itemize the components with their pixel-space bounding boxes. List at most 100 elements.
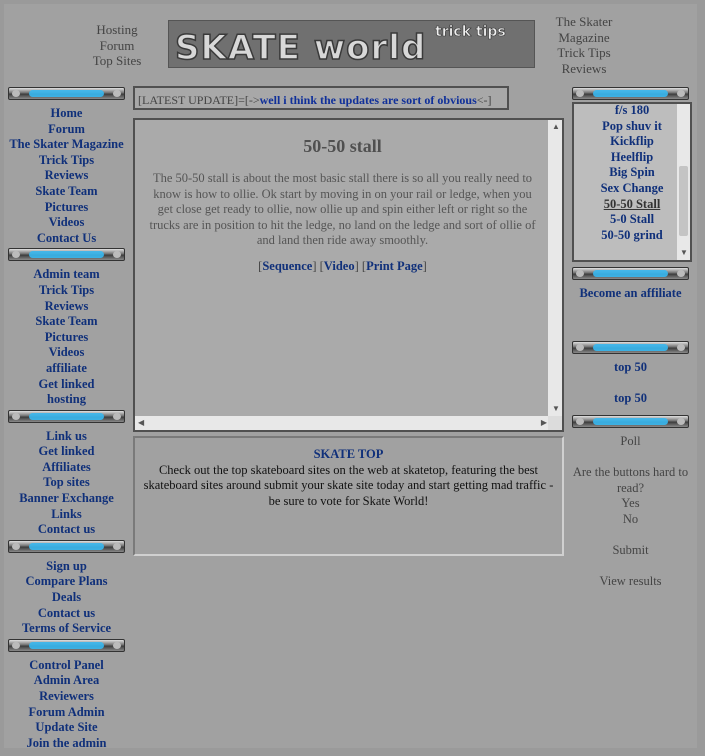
left-sidebar: Home Forum The Skater Magazine Trick Tip… bbox=[8, 86, 125, 751]
left-nav-skate-team[interactable]: Skate Team bbox=[8, 184, 125, 200]
scrollbar-corner bbox=[548, 416, 562, 430]
top-nav-trick-tips[interactable]: Trick Tips bbox=[548, 45, 620, 61]
left-adv-contact-us[interactable]: Contact us bbox=[8, 522, 125, 538]
left-nav-trick-tips[interactable]: Trick Tips bbox=[8, 153, 125, 169]
left-nav-reviews[interactable]: Reviews bbox=[8, 168, 125, 184]
left-header-hosting bbox=[8, 539, 125, 553]
sequence-link[interactable]: Sequence bbox=[262, 259, 312, 273]
poll-option-no[interactable]: No bbox=[572, 512, 689, 528]
trick-sex-change[interactable]: Sex Change bbox=[601, 181, 664, 195]
left-adv-banner-exchange[interactable]: Banner Exchange bbox=[8, 491, 125, 507]
article-frame: 50-50 stall The 50-50 stall is about the… bbox=[133, 118, 564, 432]
left-adv-top-sites[interactable]: Top sites bbox=[8, 475, 125, 491]
top-50-link-2[interactable]: top 50 bbox=[572, 391, 689, 407]
top-nav-top-sites[interactable]: Top Sites bbox=[88, 53, 146, 69]
update-suffix: <-] bbox=[476, 93, 492, 107]
left-host-sign-up[interactable]: Sign up bbox=[8, 559, 125, 575]
bracket-close: ] bbox=[422, 258, 427, 273]
latest-update-marquee: [LATEST UPDATE]=[->well i think the upda… bbox=[133, 86, 509, 110]
left-adv-link-us[interactable]: Link us bbox=[8, 429, 125, 445]
top-nav-hosting[interactable]: Hosting bbox=[88, 22, 146, 38]
left-header-submit bbox=[8, 248, 125, 262]
skate-top-title[interactable]: SKATE TOP bbox=[135, 447, 562, 463]
trick-heelflip[interactable]: Heelflip bbox=[611, 150, 653, 164]
top-nav-reviews[interactable]: Reviews bbox=[548, 61, 620, 77]
logo-graphic: SKATE world trick tips bbox=[169, 21, 534, 67]
left-admin-join-admin[interactable]: Join the admin bbox=[8, 736, 125, 752]
logo-main-text: SKATE world bbox=[175, 28, 426, 67]
left-admin-reviewers[interactable]: Reviewers bbox=[8, 689, 125, 705]
left-host-compare-plans[interactable]: Compare Plans bbox=[8, 574, 125, 590]
left-admin-forum-admin[interactable]: Forum Admin bbox=[8, 705, 125, 721]
left-nav-forum[interactable]: Forum bbox=[8, 122, 125, 138]
left-submit-videos[interactable]: Videos bbox=[8, 345, 125, 361]
left-nav-skater-magazine[interactable]: The Skater Magazine bbox=[8, 137, 125, 153]
article-links: [Sequence] [Video] [Print Page] bbox=[135, 259, 550, 274]
bracket-close: ] bbox=[312, 258, 317, 273]
left-adv-get-linked[interactable]: Get linked bbox=[8, 444, 125, 460]
right-poll: Poll Are the buttons hard to read? Yes N… bbox=[572, 414, 689, 590]
trick-list-scroll-thumb[interactable] bbox=[679, 166, 688, 236]
trick-list: f/s 180 Pop shuv it Kickflip Heelflip Bi… bbox=[574, 104, 690, 243]
trick-big-spin[interactable]: Big Spin bbox=[609, 165, 655, 179]
logo-tag-text: trick tips bbox=[435, 24, 506, 40]
poll-submit-button[interactable]: Submit bbox=[572, 543, 689, 559]
trick-fs-180[interactable]: f/s 180 bbox=[615, 104, 649, 117]
left-nav-home[interactable]: Home bbox=[8, 106, 125, 122]
skate-top-box: SKATE TOP Check out the top skateboard s… bbox=[133, 436, 564, 556]
become-affiliate-link[interactable]: Become an affiliate bbox=[572, 286, 689, 302]
left-adv-links[interactable]: Links bbox=[8, 507, 125, 523]
top-left-nav: Hosting Forum Top Sites bbox=[88, 22, 146, 69]
left-admin-update-site[interactable]: Update Site bbox=[8, 720, 125, 736]
top-nav-the-skater[interactable]: The Skater bbox=[548, 14, 620, 30]
left-submit-get-linked[interactable]: Get linked bbox=[8, 377, 125, 393]
article-horizontal-scrollbar[interactable]: ◀ ▶ bbox=[135, 416, 550, 430]
update-message: well i think the updates are sort of obv… bbox=[259, 93, 477, 107]
scroll-up-icon[interactable]: ▲ bbox=[552, 123, 560, 131]
poll-question: Are the buttons hard to read? bbox=[572, 465, 689, 495]
poll-view-results-link[interactable]: View results bbox=[572, 574, 689, 590]
left-submit-reviews[interactable]: Reviews bbox=[8, 299, 125, 315]
video-link[interactable]: Video bbox=[324, 259, 355, 273]
print-page-link[interactable]: Print Page bbox=[366, 259, 423, 273]
left-submit-skate-team[interactable]: Skate Team bbox=[8, 314, 125, 330]
article-text: The 50-50 stall is about the most basic … bbox=[149, 171, 536, 248]
poll-option-yes[interactable]: Yes bbox=[572, 496, 689, 512]
top-50-link[interactable]: top 50 bbox=[572, 360, 689, 376]
top-nav-forum[interactable]: Forum bbox=[88, 38, 146, 54]
article-body: 50-50 stall The 50-50 stall is about the… bbox=[135, 120, 550, 416]
left-admin-admin-area[interactable]: Admin Area bbox=[8, 673, 125, 689]
top-nav-magazine[interactable]: Magazine bbox=[548, 30, 620, 46]
left-submit-hosting[interactable]: hosting bbox=[8, 392, 125, 408]
trick-50-50-stall-current[interactable]: 50-50 Stall bbox=[604, 197, 661, 211]
left-submit-pictures[interactable]: Pictures bbox=[8, 330, 125, 346]
right-header-poll bbox=[572, 415, 689, 428]
left-host-terms[interactable]: Terms of Service bbox=[8, 621, 125, 637]
trick-5-0-stall[interactable]: 5-0 Stall bbox=[610, 212, 654, 226]
skate-world-logo[interactable]: SKATE world trick tips bbox=[168, 20, 535, 68]
left-adv-affiliates[interactable]: Affiliates bbox=[8, 460, 125, 476]
left-host-deals[interactable]: Deals bbox=[8, 590, 125, 606]
left-submit-trick-tips[interactable]: Trick Tips bbox=[8, 283, 125, 299]
left-nav-videos[interactable]: Videos bbox=[8, 215, 125, 231]
scroll-right-icon[interactable]: ▶ bbox=[541, 419, 547, 427]
trick-50-50-grind[interactable]: 50-50 grind bbox=[601, 228, 662, 242]
left-submit-affiliate[interactable]: affiliate bbox=[8, 361, 125, 377]
top-right-nav: The Skater Magazine Trick Tips Reviews bbox=[548, 14, 620, 76]
article-title: 50-50 stall bbox=[303, 136, 382, 156]
scroll-down-icon[interactable]: ▼ bbox=[680, 249, 688, 257]
article-vertical-scrollbar[interactable]: ▲ ▼ bbox=[548, 120, 562, 416]
left-submit-admin-team[interactable]: Admin team bbox=[8, 267, 125, 283]
skate-top-text: Check out the top skateboard sites on th… bbox=[143, 462, 554, 508]
right-header-navigation bbox=[572, 87, 689, 100]
left-nav-pictures[interactable]: Pictures bbox=[8, 200, 125, 216]
scroll-down-icon[interactable]: ▼ bbox=[552, 405, 560, 413]
trick-pop-shuv-it[interactable]: Pop shuv it bbox=[602, 119, 662, 133]
left-nav-contact-us[interactable]: Contact Us bbox=[8, 231, 125, 247]
left-header-advertise bbox=[8, 409, 125, 423]
left-admin-control-panel[interactable]: Control Panel bbox=[8, 658, 125, 674]
trick-list-box: f/s 180 Pop shuv it Kickflip Heelflip Bi… bbox=[572, 102, 692, 262]
left-host-contact-us[interactable]: Contact us bbox=[8, 606, 125, 622]
trick-kickflip[interactable]: Kickflip bbox=[610, 134, 654, 148]
scroll-left-icon[interactable]: ◀ bbox=[138, 419, 144, 427]
